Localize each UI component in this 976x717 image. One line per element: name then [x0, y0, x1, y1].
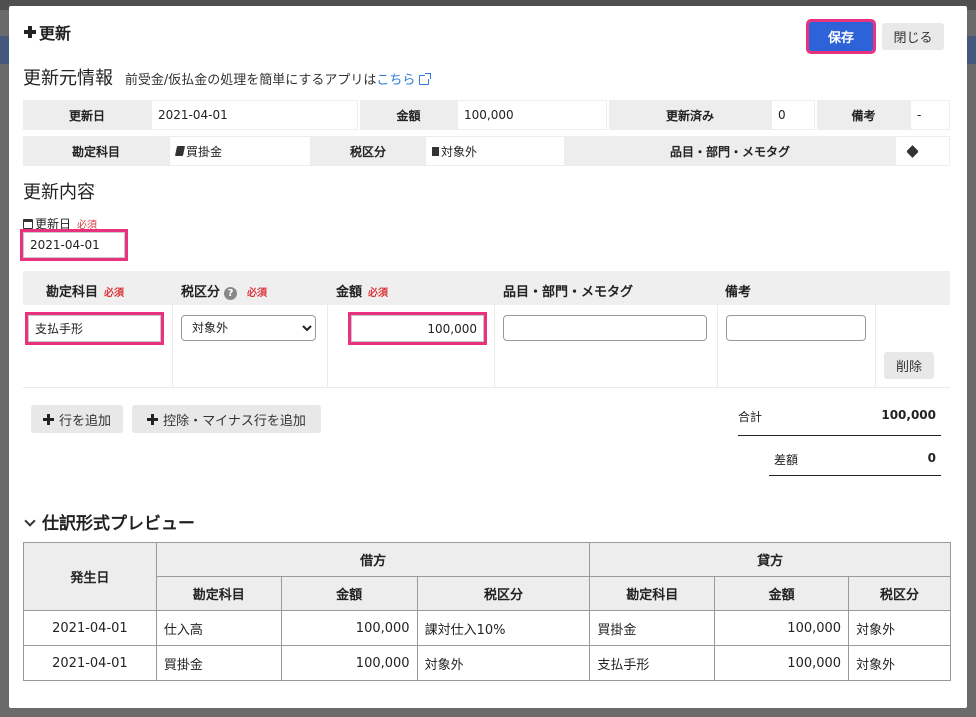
diff-label: 差額	[774, 453, 799, 467]
calendar-icon	[23, 219, 33, 229]
book-icon	[174, 146, 186, 156]
column-divider	[172, 305, 173, 387]
row-debit-tax: 対象外	[416, 645, 591, 681]
tags-label: 品目・部門・メモタグ	[565, 136, 895, 166]
flag-icon	[432, 146, 439, 156]
row-credit-amount: 100,000	[714, 645, 850, 681]
update-date-label: 更新日 必須	[23, 215, 97, 232]
row-credit-amount: 100,000	[714, 610, 850, 646]
column-divider	[327, 305, 328, 387]
tags-column-header: 品目・部門・メモタグ	[503, 285, 634, 300]
help-icon[interactable]: ?	[224, 287, 238, 300]
column-divider	[494, 305, 495, 387]
tag-icon	[906, 144, 919, 158]
table-row: 2021-04-01 仕入高 100,000 課対仕入10% 買掛金 100,0…	[23, 610, 951, 646]
save-button[interactable]: 保存	[806, 19, 876, 54]
debit-tax-header: 税区分	[416, 576, 591, 611]
add-minus-row-button[interactable]: 控除・マイナス行を追加	[132, 405, 321, 433]
close-button[interactable]: 閉じる	[882, 23, 944, 50]
date-header: 発生日	[23, 542, 157, 611]
plus-icon	[42, 413, 54, 425]
credit-header: 貸方	[589, 542, 951, 577]
row-date: 2021-04-01	[23, 645, 157, 681]
row-date: 2021-04-01	[23, 610, 157, 646]
chevron-down-icon[interactable]	[24, 515, 36, 527]
row-debit-amount: 100,000	[280, 645, 418, 681]
amount-value: 100,000	[457, 100, 607, 130]
row-credit-account: 買掛金	[589, 610, 716, 646]
source-info-row-1: 更新日 2021-04-01 金額 100,000 更新済み 0 備考 -	[23, 100, 950, 130]
tags-input[interactable]	[503, 315, 707, 341]
row-credit-tax: 対象外	[848, 610, 951, 646]
date-value: 2021-04-01	[151, 100, 358, 130]
external-link-icon[interactable]	[419, 73, 432, 85]
app-link[interactable]: こちら	[376, 73, 415, 88]
credit-tax-header: 税区分	[848, 576, 951, 611]
debit-amount-header: 金額	[280, 576, 418, 611]
tax-value: 対象外	[425, 136, 565, 166]
source-info-heading: 更新元情報	[23, 68, 113, 89]
table-row: 2021-04-01 買掛金 100,000 対象外 支払手形 100,000 …	[23, 645, 951, 681]
credit-account-header: 勘定科目	[589, 576, 716, 611]
tags-value	[895, 136, 950, 166]
row-debit-tax: 課対仕入10%	[416, 610, 591, 646]
row-debit-account: 買掛金	[155, 645, 282, 681]
amount-input[interactable]	[348, 312, 487, 345]
debit-header: 借方	[155, 542, 591, 577]
remarks-label: 備考	[817, 100, 910, 130]
debit-account-header: 勘定科目	[155, 576, 282, 611]
update-date-input[interactable]	[20, 229, 128, 261]
preview-toggle[interactable]: 仕訳形式プレビュー	[23, 509, 195, 534]
row-debit-amount: 100,000	[280, 610, 418, 646]
journal-preview-table: 発生日 借方 貸方 勘定科目 金額 税区分 勘定科目 金額 税区分 2021-0…	[23, 542, 951, 681]
account-input[interactable]	[25, 312, 164, 345]
remarks-column-header: 備考	[725, 285, 752, 300]
account-column-header: 勘定科目 必須	[46, 285, 125, 300]
updated-value: 0	[771, 100, 815, 130]
diff-value: 0	[927, 451, 936, 465]
column-divider	[717, 305, 718, 387]
credit-amount-header: 金額	[714, 576, 850, 611]
delete-row-button[interactable]: 削除	[884, 352, 934, 379]
total-label: 合計	[738, 410, 763, 424]
entry-table-header: 勘定科目 必須 税区分? 必須 金額 必須 品目・部門・メモタグ 備考	[23, 271, 950, 305]
amount-column-header: 金額 必須	[336, 285, 389, 300]
update-content-heading: 更新内容	[23, 182, 95, 203]
remarks-value: -	[910, 100, 950, 130]
tax-column-header: 税区分? 必須	[181, 285, 268, 300]
date-label: 更新日	[23, 100, 151, 130]
source-info-note: 前受金/仮払金の処理を簡単にするアプリは	[124, 73, 377, 88]
modal-title: 更新	[23, 20, 71, 44]
plus-icon	[147, 413, 159, 425]
column-divider	[875, 305, 876, 387]
source-info-row-2: 勘定科目 買掛金 税区分 対象外 品目・部門・メモタグ	[23, 136, 950, 166]
row-debit-account: 仕入高	[155, 610, 282, 646]
total-value: 100,000	[881, 408, 936, 422]
tax-select[interactable]: 対象外	[181, 315, 316, 341]
row-credit-tax: 対象外	[848, 645, 951, 681]
tax-label: 税区分	[311, 136, 425, 166]
row-divider	[23, 387, 950, 388]
total-divider	[738, 435, 941, 436]
account-label: 勘定科目	[23, 136, 169, 166]
amount-label: 金額	[360, 100, 457, 130]
diff-divider	[769, 475, 941, 476]
add-row-button[interactable]: 行を追加	[31, 405, 123, 433]
update-modal: 更新 保存 閉じる 更新元情報 前受金/仮払金の処理を簡単にするアプリはこちら …	[9, 6, 967, 708]
account-value: 買掛金	[169, 136, 311, 166]
row-credit-account: 支払手形	[589, 645, 716, 681]
plus-icon	[23, 25, 37, 39]
updated-label: 更新済み	[609, 100, 771, 130]
required-badge: 必須	[77, 220, 98, 231]
remarks-input[interactable]	[726, 315, 866, 341]
source-info-header: 更新元情報 前受金/仮払金の処理を簡単にするアプリはこちら	[23, 64, 432, 90]
